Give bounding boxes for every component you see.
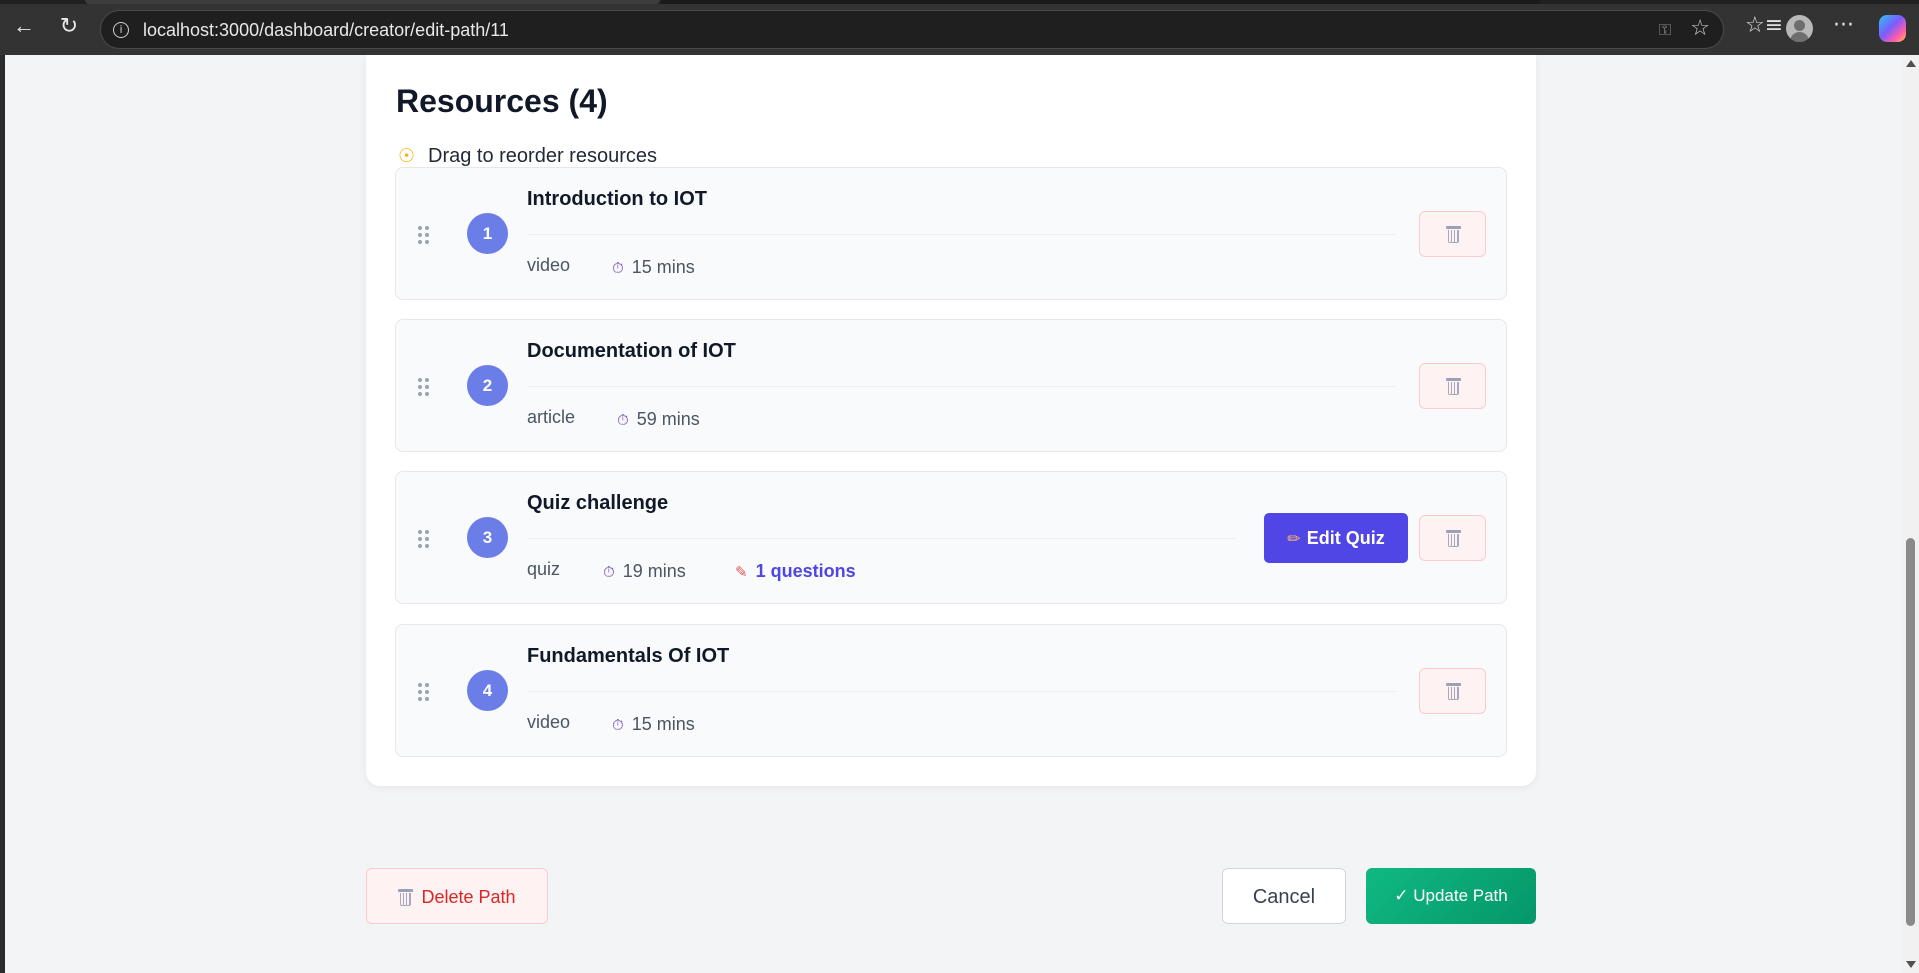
url-text[interactable]: localhost:3000/dashboard/creator/edit-pa… (143, 20, 509, 41)
divider (527, 234, 1397, 235)
reload-icon[interactable]: ↻ (58, 14, 80, 38)
resource-item[interactable]: 1 Introduction to IOT video ⏱ 15 mins (395, 167, 1507, 300)
copilot-icon[interactable] (1879, 15, 1906, 42)
resource-title: Fundamentals Of IOT (527, 645, 730, 667)
resource-item[interactable]: 2 Documentation of IOT article ⏱ 59 mins (395, 319, 1507, 452)
scroll-down-icon[interactable] (1906, 961, 1916, 968)
resource-type: quiz (527, 559, 561, 579)
divider (527, 691, 1397, 692)
resources-title: Resources (4) (396, 83, 608, 119)
browser-toolbar: ← ↻ i localhost:3000/dashboard/creator/e… (0, 0, 1919, 55)
resource-duration-text: 15 mins (631, 257, 695, 277)
resource-duration-text: 19 mins (622, 561, 686, 581)
drag-handle-icon[interactable] (418, 530, 430, 548)
trash-icon (1446, 683, 1461, 700)
resource-duration-text: 59 mins (636, 409, 700, 429)
stopwatch-icon: ⏱ (612, 259, 624, 277)
resource-number-badge: 4 (467, 670, 508, 711)
delete-path-button[interactable]: Delete Path (366, 868, 548, 924)
question-count: ✎ 1 questions (735, 561, 856, 582)
resource-duration: ⏱ 15 mins (612, 257, 695, 278)
star-icon[interactable]: ☆ (1690, 16, 1710, 41)
edit-quiz-label: Edit Quiz (1306, 528, 1385, 548)
resource-duration: ⏱ 59 mins (617, 409, 700, 430)
resource-duration: ⏱ 15 mins (612, 714, 695, 735)
trash-icon (1446, 378, 1461, 395)
reorder-hint-text: Drag to reorder resources (428, 145, 657, 167)
resource-item[interactable]: 4 Fundamentals Of IOT video ⏱ 15 mins (395, 624, 1507, 757)
trash-icon (1446, 226, 1461, 243)
delete-resource-button[interactable] (1419, 515, 1486, 561)
resource-title: Quiz challenge (527, 492, 669, 514)
profile-icon[interactable] (1786, 15, 1813, 42)
stopwatch-icon: ⏱ (603, 563, 615, 581)
resource-type: video (527, 255, 571, 275)
resource-duration-text: 15 mins (631, 714, 695, 734)
resource-number-badge: 1 (467, 213, 508, 254)
divider (527, 538, 1237, 539)
stopwatch-icon: ⏱ (612, 716, 624, 734)
delete-resource-button[interactable] (1419, 211, 1486, 257)
resource-duration: ⏱ 19 mins (603, 561, 686, 582)
favorites-icon[interactable]: ☆≡ (1745, 14, 1783, 38)
delete-resource-button[interactable] (1419, 363, 1486, 409)
resource-type: video (527, 712, 571, 732)
page-scrollbar[interactable] (1902, 55, 1919, 973)
resource-number-badge: 3 (467, 517, 508, 558)
address-bar[interactable]: i localhost:3000/dashboard/creator/edit-… (100, 10, 1724, 49)
key-icon[interactable]: ⚿ (1659, 20, 1671, 40)
resource-title: Introduction to IOT (527, 188, 707, 210)
cancel-button[interactable]: Cancel (1222, 868, 1346, 924)
drag-handle-icon[interactable] (418, 226, 430, 244)
scrollbar-thumb[interactable] (1906, 538, 1915, 926)
resource-item[interactable]: 3 Quiz challenge quiz ⏱ 19 mins ✎ 1 questi… (395, 471, 1507, 604)
drag-handle-icon[interactable] (418, 683, 430, 701)
resources-card: Resources (4) ☉ Drag to reorder resources… (366, 55, 1536, 786)
page-viewport: Resources (4) ☉ Drag to reorder resources… (0, 55, 1919, 973)
back-icon[interactable]: ← (13, 14, 35, 38)
trash-icon (1446, 530, 1461, 547)
delete-path-label: Delete Path (421, 887, 516, 907)
delete-resource-button[interactable] (1419, 668, 1486, 714)
question-count-text: 1 questions (755, 561, 856, 581)
update-path-button[interactable]: ✓ Update Path (1366, 868, 1536, 924)
resource-title: Documentation of IOT (527, 340, 736, 362)
info-icon[interactable]: i (113, 22, 129, 38)
memo-icon: ✎ (735, 563, 748, 581)
resource-number-badge: 2 (467, 365, 508, 406)
divider (527, 386, 1397, 387)
reorder-hint: ☉ Drag to reorder resources (398, 145, 657, 168)
resource-type: article (527, 407, 576, 427)
pencil-icon: ✏ (1287, 529, 1301, 548)
scroll-up-icon[interactable] (1906, 60, 1916, 67)
drag-handle-icon[interactable] (418, 378, 430, 396)
tab-strip (0, 0, 1919, 4)
lightbulb-icon: ☉ (398, 145, 416, 167)
edit-quiz-button[interactable]: ✏ Edit Quiz (1264, 513, 1408, 563)
trash-icon (398, 889, 414, 906)
more-icon[interactable]: ··· (1833, 14, 1854, 38)
stopwatch-icon: ⏱ (617, 411, 629, 429)
